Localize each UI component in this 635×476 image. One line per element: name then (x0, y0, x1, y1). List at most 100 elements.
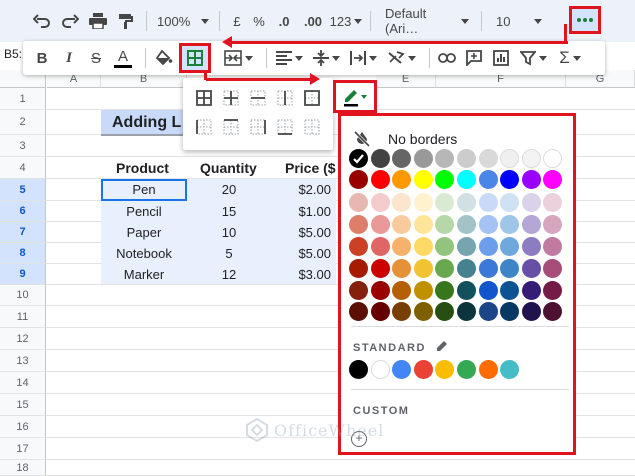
color-swatch[interactable] (521, 170, 541, 189)
color-swatch[interactable] (521, 302, 541, 321)
standard-color-swatch[interactable] (500, 360, 520, 379)
print-icon[interactable] (84, 7, 112, 35)
color-swatch[interactable] (478, 170, 498, 189)
row-header[interactable]: 5 (0, 179, 46, 201)
italic-button[interactable]: I (58, 45, 80, 71)
color-swatch[interactable] (392, 302, 412, 321)
color-swatch[interactable] (478, 281, 498, 300)
header-price[interactable]: Price ($ (285, 160, 337, 176)
color-swatch[interactable] (435, 237, 455, 256)
color-swatch[interactable] (478, 149, 498, 168)
color-swatch[interactable] (543, 170, 563, 189)
color-swatch[interactable] (457, 302, 476, 321)
cell-quantity[interactable]: 12 (187, 267, 271, 282)
color-swatch[interactable] (500, 193, 520, 212)
color-swatch[interactable] (349, 193, 368, 212)
color-swatch[interactable] (500, 215, 520, 234)
color-swatch[interactable] (370, 237, 390, 256)
color-swatch[interactable] (457, 281, 476, 300)
color-swatch[interactable] (392, 259, 412, 278)
header-quantity[interactable]: Quantity (200, 160, 257, 176)
text-rotation-button[interactable] (384, 45, 418, 71)
cell-product[interactable]: Paper (101, 225, 187, 240)
row-header[interactable]: 12 (0, 328, 46, 350)
row-header[interactable]: 18 (0, 460, 46, 476)
row-header[interactable]: 1 (0, 88, 46, 110)
color-swatch[interactable] (457, 193, 476, 212)
no-borders-option[interactable]: No borders (353, 130, 457, 148)
row-header[interactable]: 7 (0, 222, 46, 243)
border-all-icon[interactable] (196, 90, 212, 106)
color-swatch[interactable] (500, 259, 520, 278)
color-swatch[interactable] (500, 149, 520, 168)
vertical-align-button[interactable] (310, 45, 342, 71)
color-swatch[interactable] (349, 237, 368, 256)
cell-quantity[interactable]: 20 (187, 182, 271, 197)
color-swatch[interactable] (392, 149, 412, 168)
color-swatch[interactable] (349, 259, 368, 278)
standard-color-swatch[interactable] (370, 360, 390, 379)
color-swatch[interactable] (392, 215, 412, 234)
color-swatch[interactable] (349, 170, 368, 189)
border-horizontal-icon[interactable] (250, 90, 266, 106)
color-swatch[interactable] (370, 149, 390, 168)
color-swatch[interactable] (435, 215, 455, 234)
color-swatch[interactable] (543, 302, 563, 321)
border-inner-icon[interactable] (223, 90, 239, 106)
color-swatch[interactable] (457, 259, 476, 278)
color-swatch[interactable] (521, 149, 541, 168)
cell-product[interactable]: Marker (101, 267, 187, 282)
color-swatch[interactable] (392, 193, 412, 212)
color-swatch[interactable] (349, 281, 368, 300)
text-wrapping-button[interactable] (347, 45, 379, 71)
color-swatch[interactable] (370, 215, 390, 234)
decrease-decimal-button[interactable]: .0 (270, 7, 298, 35)
cell-price[interactable]: $3.00 (271, 267, 331, 282)
border-top-icon[interactable] (223, 119, 239, 135)
row-header[interactable]: 14 (0, 372, 46, 394)
color-swatch[interactable] (435, 302, 455, 321)
color-swatch[interactable] (521, 281, 541, 300)
color-swatch[interactable] (500, 237, 520, 256)
color-swatch[interactable] (543, 259, 563, 278)
standard-color-swatch[interactable] (392, 360, 412, 379)
border-left-icon[interactable] (196, 119, 212, 135)
color-swatch[interactable] (500, 302, 520, 321)
filter-button[interactable] (517, 45, 549, 71)
color-swatch[interactable] (413, 281, 433, 300)
color-swatch[interactable] (413, 215, 433, 234)
font-select[interactable]: Default (Ari… (377, 6, 475, 36)
standard-color-swatch[interactable] (478, 360, 498, 379)
color-swatch[interactable] (392, 281, 412, 300)
row-header[interactable]: 10 (0, 285, 46, 306)
sheet-title-cell[interactable]: Adding L (101, 110, 183, 136)
border-clear-icon[interactable] (304, 119, 320, 135)
color-swatch[interactable] (457, 149, 476, 168)
cell-quantity[interactable]: 15 (187, 204, 271, 219)
color-swatch[interactable] (349, 302, 368, 321)
row-header[interactable]: 6 (0, 201, 46, 222)
color-swatch[interactable] (543, 149, 563, 168)
insert-chart-button[interactable] (490, 45, 512, 71)
color-swatch[interactable] (435, 149, 455, 168)
horizontal-align-button[interactable] (273, 45, 305, 71)
row-header[interactable]: 11 (0, 306, 46, 328)
strikethrough-button[interactable]: S (85, 45, 107, 71)
cell-product[interactable]: Notebook (101, 246, 187, 261)
color-swatch[interactable] (370, 302, 390, 321)
row-header[interactable]: 17 (0, 438, 46, 460)
insert-link-button[interactable] (436, 45, 458, 71)
border-vertical-icon[interactable] (277, 90, 293, 106)
borders-button[interactable] (179, 43, 211, 73)
row-header[interactable]: 2 (0, 110, 46, 135)
color-swatch[interactable] (435, 281, 455, 300)
color-swatch[interactable] (349, 149, 368, 168)
color-swatch[interactable] (413, 149, 433, 168)
fill-color-button[interactable] (152, 45, 176, 71)
color-swatch[interactable] (413, 237, 433, 256)
paint-format-icon[interactable] (112, 7, 140, 35)
cell-quantity[interactable]: 5 (187, 246, 271, 261)
functions-button[interactable]: Σ (554, 45, 586, 71)
row-header[interactable]: 9 (0, 264, 46, 285)
border-bottom-icon[interactable] (277, 119, 293, 135)
